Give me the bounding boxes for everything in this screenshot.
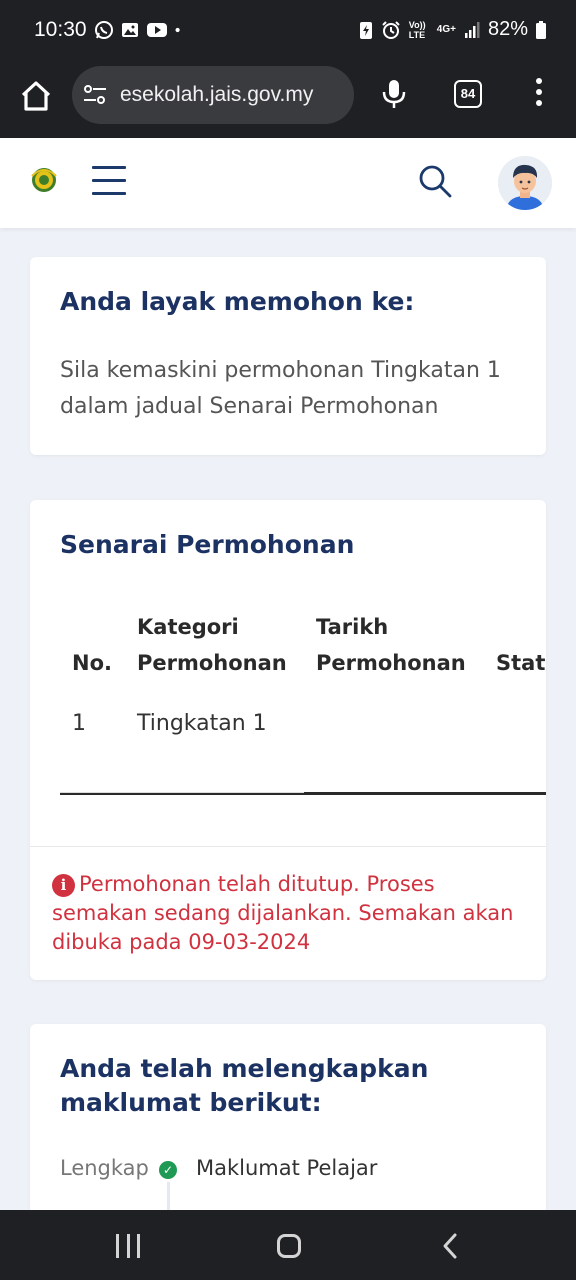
card-divider: [30, 846, 546, 847]
hamburger-menu-icon[interactable]: [92, 166, 126, 196]
url-text[interactable]: esekolah.jais.gov.my: [120, 83, 313, 107]
notification-icons: [94, 20, 186, 40]
battery-saver-icon: [359, 21, 372, 39]
column-header-kategori: Kategori Permohonan: [137, 615, 287, 675]
site-header: [0, 138, 576, 228]
column-header-no: No.: [72, 651, 112, 675]
search-icon[interactable]: [418, 164, 452, 198]
closed-alert-text: Permohonan telah ditutup. Proses semakan…: [52, 872, 514, 954]
whatsapp-icon: [95, 21, 113, 39]
battery-icon: [536, 20, 546, 39]
home-icon[interactable]: [18, 78, 54, 114]
4g-icon: 4G+: [436, 24, 456, 35]
browser-toolbar: esekolah.jais.gov.my 84: [0, 62, 576, 138]
closed-alert: i Permohonan telah ditutup. Proses semaka…: [52, 870, 532, 957]
system-nav-bar: [0, 1210, 576, 1280]
tab-switcher-button[interactable]: 84: [454, 80, 482, 108]
eligibility-title: Anda layak memohon ke:: [60, 287, 415, 316]
avatar[interactable]: [498, 156, 552, 210]
volte-icon: Vo)) LTE: [408, 19, 426, 40]
battery-percent: 82%: [487, 18, 528, 40]
table-cell-no: 1: [72, 711, 86, 736]
application-list-card: Senarai Permohonan No. Kategori Permohon…: [30, 500, 546, 980]
step-status-label: Lengkap: [60, 1156, 149, 1180]
check-circle-icon: ✓: [159, 1161, 177, 1179]
user-avatar-icon: [498, 156, 552, 210]
completed-info-card: Anda telah melengkapkan maklumat berikut…: [30, 1024, 546, 1214]
site-settings-icon[interactable]: [82, 83, 108, 107]
eligibility-card: Anda layak memohon ke: Sila kemaskini pe…: [30, 257, 546, 455]
column-header-tarikh: Tarikh Permohonan: [316, 615, 466, 675]
status-right: Vo)) LTE 4G+ 82%: [359, 18, 546, 41]
back-icon[interactable]: [440, 1232, 460, 1260]
gallery-icon: [122, 23, 138, 37]
mic-icon[interactable]: [380, 78, 408, 110]
dot-icon: [175, 27, 180, 33]
status-time: 10:30: [34, 18, 87, 41]
column-header-status: Stat: [496, 651, 546, 675]
completed-info-title: Anda telah melengkapkan maklumat berikut…: [60, 1054, 429, 1117]
more-menu-icon[interactable]: [532, 78, 546, 110]
application-table[interactable]: No. Kategori Permohonan Tarikh Permohona…: [60, 600, 546, 796]
table-row-divider: [60, 792, 304, 793]
eligibility-text: Sila kemaskini permohonan Tingkatan 1 da…: [60, 358, 501, 419]
alarm-icon: [382, 20, 400, 39]
jais-logo[interactable]: [30, 166, 58, 194]
home-nav-icon[interactable]: [277, 1234, 301, 1258]
step-label[interactable]: Maklumat Pelajar: [196, 1156, 377, 1180]
recent-apps-icon[interactable]: [116, 1234, 140, 1258]
table-cell-kategori: Tingkatan 1: [137, 711, 267, 736]
application-list-title: Senarai Permohonan: [60, 530, 355, 559]
signal-icon: [464, 21, 480, 38]
address-bar[interactable]: esekolah.jais.gov.my: [72, 66, 354, 124]
alert-info-icon: i: [52, 874, 75, 897]
status-bar: 10:30 Vo)) LTE 4G+ 82%: [0, 0, 576, 62]
youtube-icon: [147, 23, 167, 37]
